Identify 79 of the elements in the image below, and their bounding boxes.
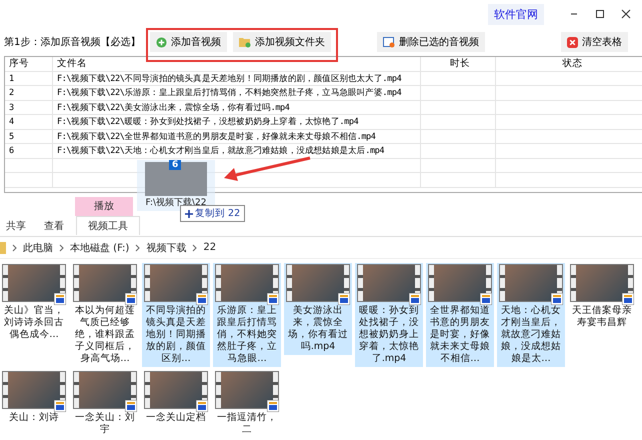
step-label: 第1步：添加原音视频【必选】	[4, 36, 142, 49]
file-name: 全世界都知道书意的男朋友是时宴，好像就未来丈母娘不相信…	[429, 305, 491, 365]
table-cell: F:\视频下载\22\乐游原：皇上跟皇后打情骂俏，不料她突然肚子疼，立马急眼叫产婆.mp4	[53, 86, 421, 100]
player-badge-icon	[54, 293, 66, 305]
toolbar-button[interactable]: 添加音视频	[150, 32, 227, 52]
photo-placeholder	[145, 162, 207, 196]
chevron-right-icon	[192, 244, 198, 252]
table-cell: F:\视频下载\22\美女游泳出来，震惊全场，你有看过吗.mp4	[53, 100, 421, 114]
player-badge-icon	[622, 293, 634, 305]
table-cell: 2	[5, 86, 53, 100]
player-badge-icon	[551, 293, 563, 305]
player-badge-icon	[409, 293, 421, 305]
file-name: 一念关山：刘宇	[74, 412, 136, 436]
breadcrumb-item[interactable]: 本地磁盘 (F:)	[70, 240, 130, 254]
file-name: 天地：心机女才刚当皇后，就故意刁难姑娘，没成想姑娘是太…	[500, 305, 562, 365]
file-item[interactable]: 美女游泳出来，震惊全场，你有看过吗.mp4	[284, 263, 352, 355]
toolbar-button[interactable]: 添加视频文件夹	[233, 32, 331, 52]
file-item[interactable]: 不同导演拍的镜头真是天差地别！同期播放的剧，颜值区别…	[142, 263, 210, 367]
file-name: 不同导演拍的镜头真是天差地别！同期播放的剧，颜值区别…	[145, 305, 207, 365]
column-header[interactable]: 时长	[421, 57, 496, 71]
table-cell: F:\视频下载\22\不同导演拍的镜头真是天差地别！同期播放的剧，颜值区别也太大了.mp4	[53, 72, 421, 86]
file-item[interactable]: 天地：心机女才刚当皇后，就故意刁难姑娘，没成想姑娘是太…	[497, 263, 565, 367]
context-tab-label: 播放	[75, 197, 133, 216]
toolbar-button[interactable]: 清空表格	[561, 32, 628, 52]
breadcrumb-item[interactable]: 此电脑	[23, 240, 53, 254]
maximize-icon[interactable]	[594, 8, 606, 20]
player-badge-icon	[480, 293, 492, 305]
table-cell: 1	[5, 72, 53, 86]
file-item[interactable]: 关山》官当，刘诗诗杀回古偶色成今…	[0, 263, 68, 343]
player-badge-icon	[267, 293, 279, 305]
toolbar-button[interactable]: 删除已选的音视频	[377, 32, 485, 52]
close-icon	[567, 36, 578, 48]
table-cell: 5	[5, 130, 53, 144]
tooltip-text: 复制到 22	[195, 207, 240, 220]
player-badge-icon	[196, 400, 208, 412]
chevron-right-icon	[135, 244, 140, 252]
table-cell: F:\视频下载\22\全世界都知道书意的男朋友是时宴，好像就未来丈母娘不相信.mp4	[53, 130, 421, 144]
plus-circle-icon	[156, 36, 167, 48]
player-badge-icon	[267, 400, 279, 412]
file-name: 乐游原：皇上跟皇后打情骂俏，不料她突然肚子疼，立马急眼…	[216, 305, 278, 365]
file-name: 暖暖：孙女到处找裙子，没想被奶奶身上穿着，太惊艳了.mp4	[358, 305, 420, 365]
website-link[interactable]: 软件官网	[488, 4, 544, 24]
player-badge-icon	[338, 293, 350, 305]
player-badge-icon	[125, 293, 137, 305]
file-name: 关山：刘诗	[9, 412, 59, 424]
chevron-right-icon	[59, 244, 64, 252]
player-badge-icon	[125, 400, 137, 412]
plus-icon	[185, 210, 193, 218]
file-item[interactable]: 关山：刘诗	[0, 370, 68, 426]
file-item[interactable]: 一念关山定档	[142, 370, 210, 426]
column-header[interactable]: 状态	[496, 57, 642, 71]
file-item[interactable]: 全世界都知道书意的男朋友是时宴，好像就未来丈母娘不相信…	[426, 263, 494, 367]
player-badge-icon	[196, 293, 208, 305]
ribbon-tab[interactable]: 视频工具	[76, 216, 140, 235]
file-item[interactable]: 乐游原：皇上跟皇后打情骂俏，不料她突然肚子疼，立马急眼…	[213, 263, 281, 367]
count-badge: 6	[169, 160, 182, 170]
player-badge-icon	[54, 400, 66, 412]
table-cell: F:\视频下载\22\暖暖：孙女到处找裙子，没想被奶奶身上穿着，太惊艳了.mp4	[53, 115, 421, 129]
file-item[interactable]: 一指逗清竹，二	[213, 370, 281, 438]
file-item[interactable]: 一念关山：刘宇	[71, 370, 139, 438]
breadcrumb-item[interactable]: 22	[203, 242, 216, 253]
table-cell: F:\视频下载\22\天地：心机女才刚当皇后，就故意刁难姑娘，没成想姑娘是太后.mp4	[53, 144, 421, 158]
file-name: 关山》官当，刘诗诗杀回古偶色成今…	[3, 305, 65, 341]
close-icon[interactable]	[620, 8, 632, 20]
file-item[interactable]: 暖暖：孙女到处找裙子，没想被奶奶身上穿着，太惊艳了.mp4	[355, 263, 423, 367]
file-item[interactable]: 本以为何超莲气质已经够绝，谁料跟孟子义同框后，身高气场…	[71, 263, 139, 367]
table-cell: 4	[5, 115, 53, 129]
breadcrumb-item[interactable]: 视频下载	[146, 240, 186, 254]
chevron-right-icon	[12, 244, 17, 252]
file-name: 一指逗清竹，二	[216, 412, 278, 436]
column-header[interactable]: 序号	[5, 57, 53, 71]
file-name: 天王借案母亲寿宴韦昌辉	[571, 305, 633, 329]
file-item[interactable]: 天王借案母亲寿宴韦昌辉	[568, 263, 636, 331]
table-cell: 3	[5, 100, 53, 114]
file-name: 一念关山定档	[146, 412, 206, 424]
table-cell: 6	[5, 144, 53, 158]
file-name: 美女游泳出来，震惊全场，你有看过吗.mp4	[287, 305, 349, 353]
column-header[interactable]: 文件名	[53, 57, 421, 71]
file-name: 本以为何超莲气质已经够绝，谁料跟孟子义同框后，身高气场…	[74, 305, 136, 365]
